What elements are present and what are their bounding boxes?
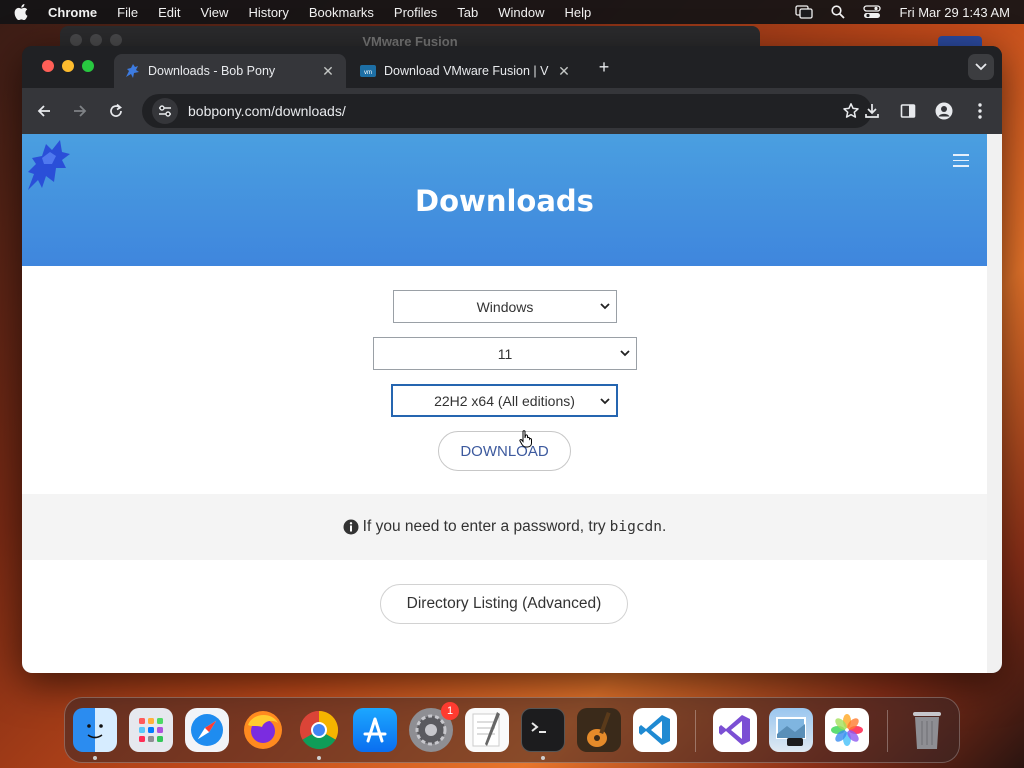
directory-listing-button[interactable]: Directory Listing (Advanced) <box>380 584 628 624</box>
dock-separator <box>887 710 888 752</box>
back-button[interactable] <box>34 101 54 121</box>
info-icon <box>343 519 359 535</box>
firefox-icon[interactable] <box>241 708 285 752</box>
side-panel-button[interactable] <box>898 101 918 121</box>
safari-icon[interactable] <box>185 708 229 752</box>
side-panel-icon <box>900 104 916 118</box>
reload-icon <box>110 103 122 117</box>
dock: 1 <box>64 697 960 763</box>
version-select-value: 11 <box>497 345 513 362</box>
bobpony-favicon-icon <box>124 63 140 79</box>
chevron-down-icon <box>600 398 610 405</box>
profile-button[interactable] <box>934 101 954 121</box>
running-indicator <box>541 756 545 760</box>
menu-help[interactable]: Help <box>565 5 592 20</box>
new-tab-button[interactable]: + <box>595 58 613 76</box>
app-store-icon[interactable] <box>353 708 397 752</box>
hand-cursor-icon <box>519 430 533 453</box>
menu-tab[interactable]: Tab <box>457 5 478 20</box>
tab-search-button[interactable] <box>968 54 994 80</box>
page-title: Downloads <box>415 184 594 218</box>
more-vert-icon <box>978 103 982 119</box>
hamburger-menu-icon[interactable] <box>953 154 969 171</box>
notice-period: . <box>662 518 667 535</box>
chrome-window: Downloads - Bob Pony ✕ vm Download VMwar… <box>22 46 1002 673</box>
download-icon <box>865 104 879 118</box>
tab-title: Download VMware Fusion | V <box>384 64 549 78</box>
menu-edit[interactable]: Edit <box>158 5 180 20</box>
running-indicator <box>93 756 97 760</box>
spotlight-search-icon[interactable] <box>831 5 846 19</box>
os-select-value: Windows <box>476 298 534 315</box>
control-center-icon[interactable] <box>863 5 882 19</box>
downloads-button[interactable] <box>862 101 882 121</box>
notice-text: If you need to enter a password, try <box>362 518 606 535</box>
page-header: Downloads <box>22 134 987 266</box>
svg-text:vm: vm <box>364 70 372 76</box>
window-minimize-button[interactable] <box>62 60 74 72</box>
window-controls <box>42 60 94 72</box>
window-close-button[interactable] <box>42 60 54 72</box>
window-zoom-button[interactable] <box>82 60 94 72</box>
screen-mirroring-icon[interactable] <box>795 5 814 19</box>
tab-close-icon[interactable]: ✕ <box>556 63 572 80</box>
forward-button[interactable] <box>70 101 90 121</box>
page-scrollbar[interactable] <box>987 134 1002 673</box>
chevron-down-icon <box>620 350 630 357</box>
chevron-down-icon <box>600 303 610 310</box>
chrome-icon[interactable] <box>297 708 341 752</box>
version-select[interactable]: 11 <box>373 337 637 370</box>
url-text: bobpony.com/downloads/ <box>188 103 346 119</box>
tab-strip: Downloads - Bob Pony ✕ vm Download VMwar… <box>22 46 1002 88</box>
notice-password-code: bigcdn <box>609 519 663 535</box>
running-indicator <box>317 756 321 760</box>
textedit-icon[interactable] <box>465 708 509 752</box>
preview-icon[interactable] <box>769 708 813 752</box>
menu-window[interactable]: Window <box>498 5 544 20</box>
menu-bar: Chrome File Edit View History Bookmarks … <box>0 0 1024 24</box>
notification-badge: 1 <box>441 702 459 720</box>
reload-button[interactable] <box>106 101 126 121</box>
back-arrow-icon <box>37 105 50 117</box>
download-button[interactable]: DOWNLOAD <box>438 431 571 471</box>
launchpad-icon[interactable] <box>129 708 173 752</box>
tab-title: Downloads - Bob Pony <box>148 64 276 78</box>
menu-bookmarks[interactable]: Bookmarks <box>309 5 374 20</box>
forward-arrow-icon <box>74 105 87 117</box>
build-select-value: 22H2 x64 (All editions) <box>434 392 575 409</box>
site-info-icon[interactable] <box>152 98 178 124</box>
terminal-icon[interactable] <box>521 708 565 752</box>
garageband-icon[interactable] <box>577 708 621 752</box>
tab-bobpony-downloads[interactable]: Downloads - Bob Pony ✕ <box>114 54 346 88</box>
apple-icon[interactable] <box>14 4 30 20</box>
bookmark-star-icon[interactable] <box>842 102 860 125</box>
menubar-clock[interactable]: Fri Mar 29 1:43 AM <box>899 5 1010 20</box>
menu-profiles[interactable]: Profiles <box>394 5 437 20</box>
system-settings-icon[interactable]: 1 <box>409 702 459 752</box>
build-select[interactable]: 22H2 x64 (All editions) <box>391 384 618 417</box>
browser-toolbar: bobpony.com/downloads/ <box>22 88 1002 134</box>
chevron-down-icon <box>975 63 987 71</box>
dock-separator <box>695 710 696 752</box>
address-bar[interactable]: bobpony.com/downloads/ <box>142 94 872 128</box>
vmware-favicon-icon: vm <box>360 63 376 79</box>
tab-vmware-fusion[interactable]: vm Download VMware Fusion | V ✕ <box>350 54 582 88</box>
os-select[interactable]: Windows <box>393 290 617 323</box>
visual-studio-icon[interactable] <box>713 708 757 752</box>
finder-icon[interactable] <box>73 708 117 752</box>
app-menu[interactable]: Chrome <box>48 5 97 20</box>
menu-history[interactable]: History <box>248 5 288 20</box>
page-content: Downloads Windows 11 22H2 x64 (All editi… <box>22 134 987 673</box>
trash-icon[interactable] <box>905 708 949 752</box>
menu-view[interactable]: View <box>200 5 228 20</box>
profile-avatar-icon <box>935 102 953 120</box>
vscode-icon[interactable] <box>633 708 677 752</box>
menu-file[interactable]: File <box>117 5 138 20</box>
photos-icon[interactable] <box>825 708 869 752</box>
tab-close-icon[interactable]: ✕ <box>320 63 336 80</box>
background-window-controls <box>70 34 122 46</box>
chrome-menu-button[interactable] <box>970 101 990 121</box>
password-notice: If you need to enter a password, try big… <box>22 494 987 560</box>
